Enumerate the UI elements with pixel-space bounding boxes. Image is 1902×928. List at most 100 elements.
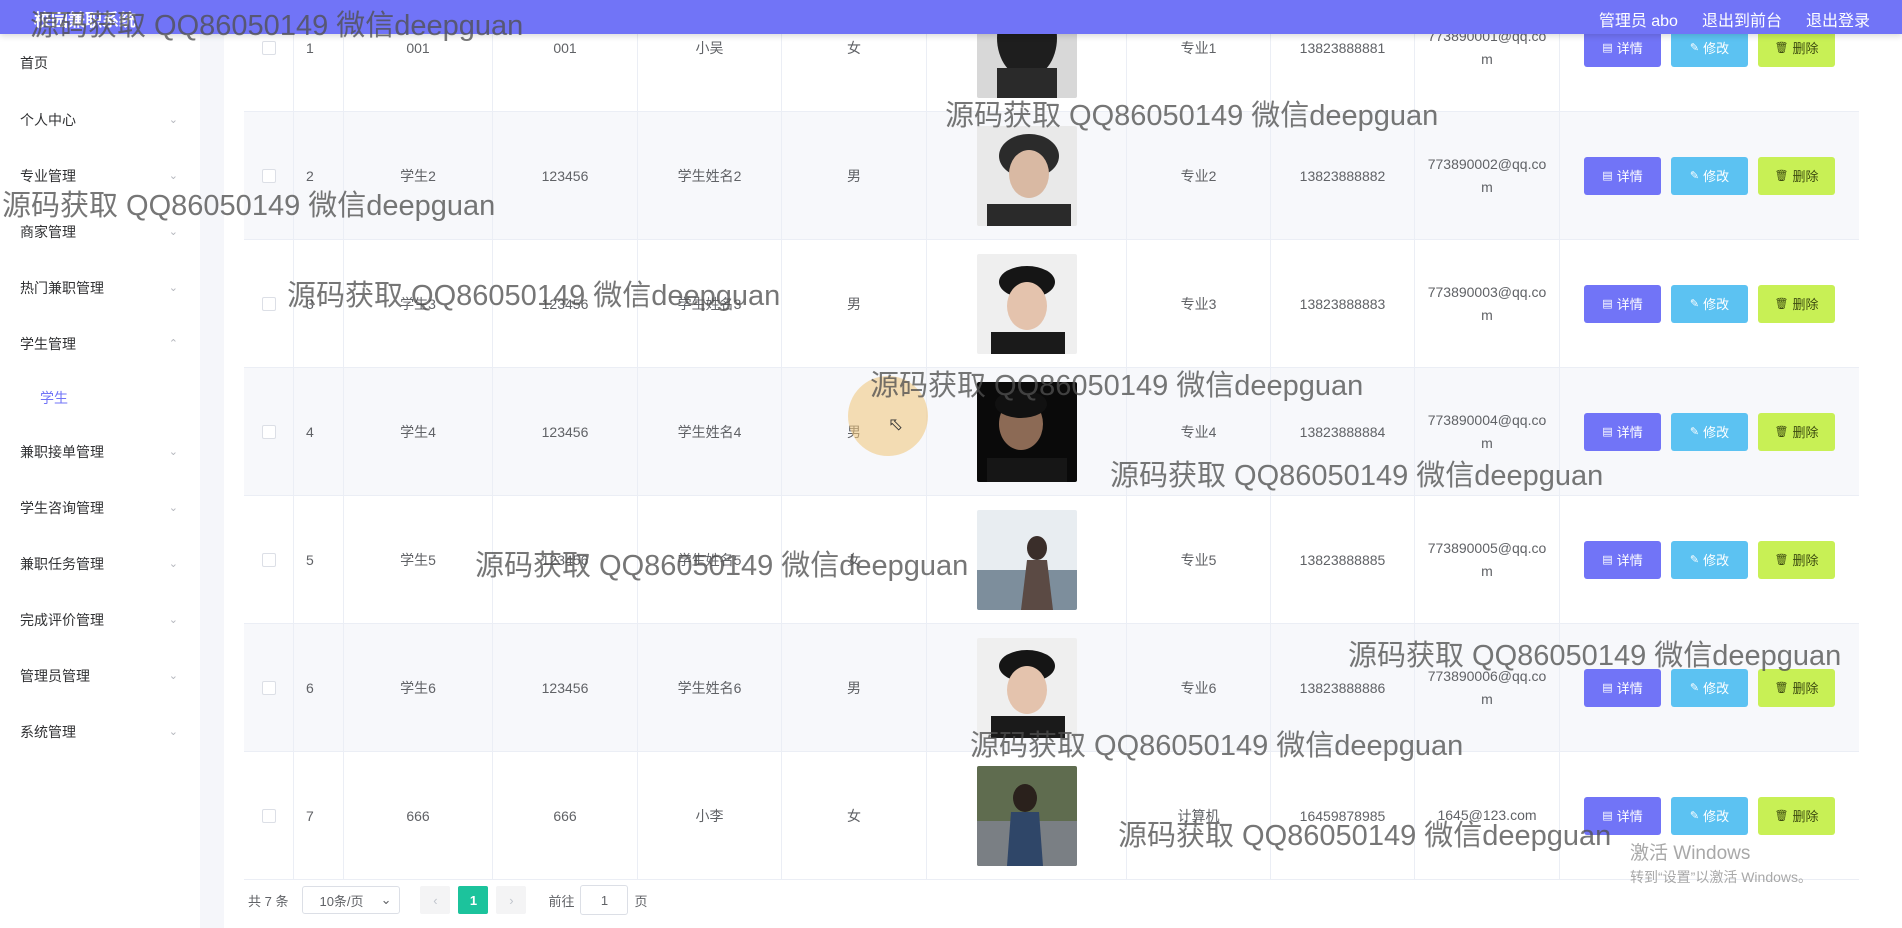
delete-button[interactable]: 🗑 删除: [1758, 668, 1835, 707]
sidebar-item-label: 兼职任务管理: [20, 556, 104, 572]
student-photo-cell: [927, 752, 1127, 879]
edit-button[interactable]: ✎ 修改: [1671, 284, 1748, 323]
edit-button[interactable]: ✎ 修改: [1671, 412, 1748, 451]
content-gutter: [200, 34, 224, 928]
sidebar-item-label: 学生咨询管理: [20, 500, 104, 516]
row-checkbox[interactable]: [261, 808, 276, 823]
total-count: 共 7 条: [248, 893, 289, 909]
prev-page-button[interactable]: ‹: [420, 886, 451, 914]
edit-button[interactable]: ✎ 修改: [1671, 156, 1748, 195]
chevron-down-icon: ⌄: [168, 726, 178, 738]
mouse-pointer-icon: ⬁: [888, 414, 904, 434]
top-bar: 校园兼职系统 管理员 abo 退出到前台 退出登录: [0, 0, 1902, 34]
delete-button[interactable]: 🗑 删除: [1758, 796, 1835, 835]
student-password: 123456: [493, 496, 638, 623]
sidebar-item-job-order-management[interactable]: 兼职接单管理 ⌄: [0, 424, 200, 480]
edit-button[interactable]: ✎ 修改: [1671, 668, 1748, 707]
document-icon: ▤: [1602, 426, 1613, 438]
student-account: 学生6: [344, 624, 493, 751]
student-photo-cell: [927, 496, 1127, 623]
row-checkbox[interactable]: [261, 40, 276, 55]
row-checkbox[interactable]: [261, 424, 276, 439]
delete-button[interactable]: 🗑 删除: [1758, 540, 1835, 579]
student-photo[interactable]: [977, 126, 1077, 226]
pencil-icon: ✎: [1689, 810, 1700, 822]
student-photo[interactable]: [977, 638, 1077, 738]
detail-button[interactable]: ▤ 详情: [1584, 284, 1661, 323]
trash-icon: 🗑: [1774, 810, 1789, 822]
goto-page-input[interactable]: 1: [580, 885, 629, 915]
detail-button[interactable]: ▤ 详情: [1584, 28, 1661, 67]
chevron-down-icon: ⌄: [168, 502, 178, 514]
sidebar-item-label: 学生管理: [20, 336, 76, 352]
student-account: 学生4: [344, 368, 493, 495]
student-phone: 13823888886: [1271, 624, 1415, 751]
current-page-button[interactable]: 1: [458, 886, 489, 914]
edit-button[interactable]: ✎ 修改: [1671, 796, 1748, 835]
student-photo[interactable]: [977, 766, 1077, 866]
chevron-up-icon: ⌃: [168, 338, 178, 350]
trash-icon: 🗑: [1774, 554, 1789, 566]
student-photo[interactable]: [977, 510, 1077, 610]
student-major: 专业4: [1127, 368, 1271, 495]
goto-page: 前往 1 页: [548, 885, 648, 915]
sidebar-item-student-consult-management[interactable]: 学生咨询管理 ⌄: [0, 480, 200, 536]
student-gender: 男: [782, 112, 927, 239]
detail-button[interactable]: ▤ 详情: [1584, 412, 1661, 451]
page-size-value: 10条/页: [319, 893, 364, 909]
student-major: 专业5: [1127, 496, 1271, 623]
edit-button-label: 修改: [1703, 297, 1730, 312]
page-size-select[interactable]: 10条/页 ⌄: [302, 886, 401, 914]
row-checkbox[interactable]: [261, 552, 276, 567]
delete-button[interactable]: 🗑 删除: [1758, 156, 1835, 195]
edit-button[interactable]: ✎ 修改: [1671, 540, 1748, 579]
sidebar-item-job-task-management[interactable]: 兼职任务管理 ⌄: [0, 536, 200, 592]
sidebar: 首页 个人中心 ⌄ 专业管理 ⌄ 商家管理 ⌄ 热门兼职管理 ⌄ 学生管理 ⌃ 学生 兼职…: [0, 34, 201, 928]
row-checkbox[interactable]: [261, 168, 276, 183]
sidebar-item-label: 管理员管理: [20, 668, 90, 684]
sidebar-item-personal-center[interactable]: 个人中心 ⌄: [0, 92, 200, 148]
document-icon: ▤: [1602, 810, 1613, 822]
sidebar-item-system-management[interactable]: 系统管理 ⌄: [0, 704, 200, 760]
detail-button-label: 详情: [1616, 41, 1643, 56]
delete-button[interactable]: 🗑 删除: [1758, 412, 1835, 451]
student-password: 123456: [493, 624, 638, 751]
detail-button[interactable]: ▤ 详情: [1584, 796, 1661, 835]
detail-button[interactable]: ▤ 详情: [1584, 540, 1661, 579]
sidebar-item-merchant-management[interactable]: 商家管理 ⌄: [0, 204, 200, 260]
student-photo[interactable]: [977, 254, 1077, 354]
student-gender: 男: [782, 240, 927, 367]
detail-button[interactable]: ▤ 详情: [1584, 156, 1661, 195]
edit-button[interactable]: ✎ 修改: [1671, 28, 1748, 67]
sidebar-item-major-management[interactable]: 专业管理 ⌄: [0, 148, 200, 204]
trash-icon: 🗑: [1774, 298, 1789, 310]
detail-button-label: 详情: [1616, 169, 1643, 184]
student-email: 773890005@qq.com: [1415, 496, 1560, 623]
sidebar-subitem-student[interactable]: 学生: [0, 372, 200, 424]
detail-button[interactable]: ▤ 详情: [1584, 668, 1661, 707]
student-photo[interactable]: [977, 382, 1077, 482]
delete-button[interactable]: 🗑 删除: [1758, 28, 1835, 67]
exit-to-front-link[interactable]: 退出到前台: [1702, 7, 1782, 31]
student-account: 666: [344, 752, 493, 879]
row-checkbox[interactable]: [261, 680, 276, 695]
delete-button[interactable]: 🗑 删除: [1758, 284, 1835, 323]
document-icon: ▤: [1602, 298, 1613, 310]
trash-icon: 🗑: [1774, 682, 1789, 694]
sidebar-item-admin-management[interactable]: 管理员管理 ⌄: [0, 648, 200, 704]
delete-button-label: 删除: [1792, 809, 1819, 824]
sidebar-item-hot-job-management[interactable]: 热门兼职管理 ⌄: [0, 260, 200, 316]
next-page-button[interactable]: ›: [496, 886, 527, 914]
logout-link[interactable]: 退出登录: [1806, 7, 1870, 31]
student-major: 专业2: [1127, 112, 1271, 239]
student-major: 专业3: [1127, 240, 1271, 367]
row-checkbox[interactable]: [261, 296, 276, 311]
sidebar-item-home[interactable]: 首页: [0, 34, 200, 92]
trash-icon: 🗑: [1774, 170, 1789, 182]
sidebar-item-student-management[interactable]: 学生管理 ⌃: [0, 316, 200, 372]
row-index: 2: [294, 112, 344, 239]
row-actions: ▤ 详情 ✎ 修改 🗑 删除: [1560, 496, 1859, 623]
student-photo-cell: [927, 368, 1127, 495]
sidebar-item-review-management[interactable]: 完成评价管理 ⌄: [0, 592, 200, 648]
sidebar-item-label: 热门兼职管理: [20, 280, 104, 296]
